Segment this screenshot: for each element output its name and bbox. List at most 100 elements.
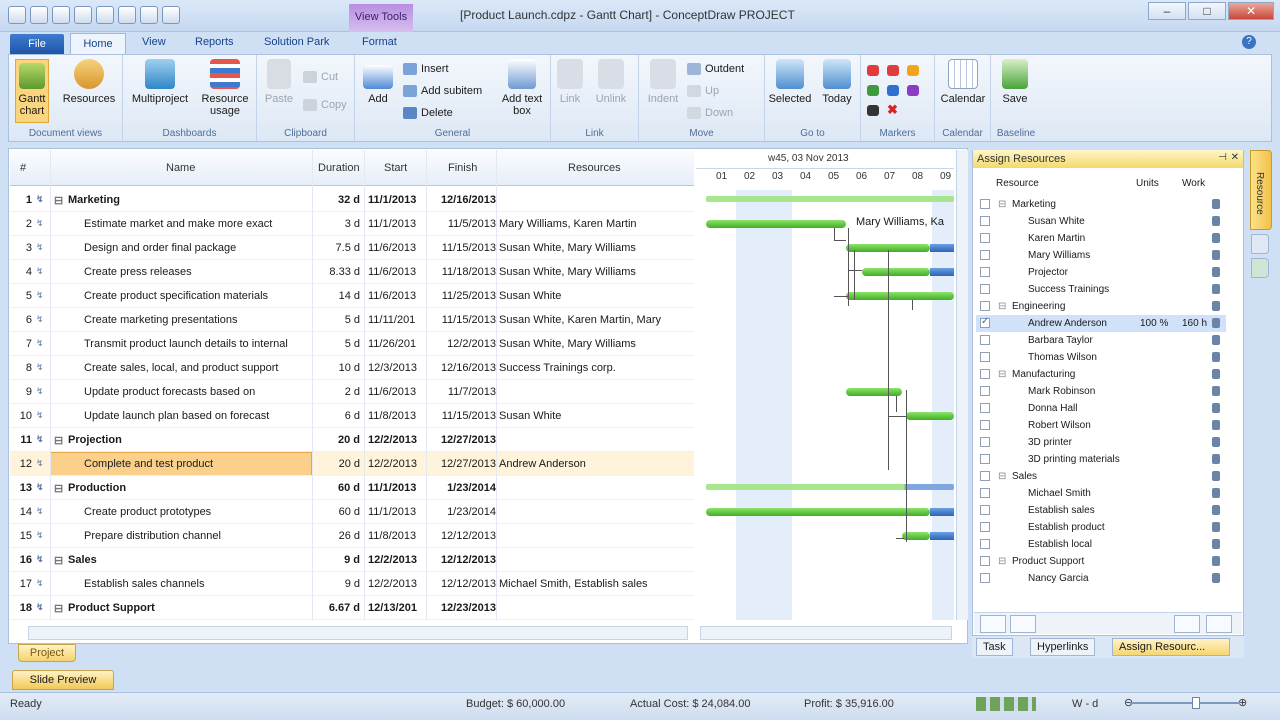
task-bar[interactable] bbox=[846, 292, 954, 300]
table-row[interactable]: 14 ↯ Create product prototypes 60 d 11/1/201… bbox=[10, 500, 694, 524]
tab-file[interactable]: File bbox=[10, 34, 64, 54]
maximize-button[interactable]: □ bbox=[1188, 2, 1226, 20]
task-bar[interactable] bbox=[706, 508, 930, 516]
progress-bar[interactable] bbox=[930, 268, 954, 276]
table-row[interactable]: 16 ↯ ⊟ Sales 9 d 12/2/2013 12/12/2013 bbox=[10, 548, 694, 572]
resource-group-row[interactable]: ⊟ Manufacturing bbox=[976, 366, 1226, 383]
table-row[interactable]: 18 ↯ ⊟ Product Support 6.67 d 12/13/201 12/23/… bbox=[10, 596, 694, 620]
task-bar[interactable] bbox=[906, 412, 954, 420]
resource-row[interactable]: Mark Robinson bbox=[976, 383, 1226, 400]
assign-checkbox[interactable] bbox=[980, 437, 990, 447]
zoom-slider-thumb[interactable] bbox=[1192, 697, 1200, 709]
resource-row[interactable]: Barbara Taylor bbox=[976, 332, 1226, 349]
resource-options-icon[interactable] bbox=[1174, 615, 1200, 633]
tab-task[interactable]: Task bbox=[976, 638, 1013, 656]
progress-bar[interactable] bbox=[930, 508, 954, 516]
multiproject-button[interactable]: Multiproject bbox=[127, 59, 193, 105]
zoom-slider-track[interactable] bbox=[1130, 702, 1240, 704]
pin-icon[interactable]: ⊣ bbox=[1218, 152, 1227, 163]
tab-hyperlinks[interactable]: Hyperlinks bbox=[1030, 638, 1096, 656]
assign-checkbox[interactable] bbox=[980, 522, 990, 532]
resource-row[interactable]: Karen Martin bbox=[976, 230, 1226, 247]
add-resource-icon[interactable] bbox=[980, 615, 1006, 633]
minimize-button[interactable]: – bbox=[1148, 2, 1186, 20]
save-baseline-button[interactable]: Save bbox=[995, 59, 1035, 105]
resource-row[interactable]: Donna Hall bbox=[976, 400, 1226, 417]
remove-marker-icon[interactable]: ✖ bbox=[887, 103, 899, 116]
resource-row[interactable]: Establish local bbox=[976, 536, 1226, 553]
grid-horizontal-scrollbar[interactable] bbox=[28, 626, 688, 640]
resource-row[interactable]: Thomas Wilson bbox=[976, 349, 1226, 366]
gantt-chart-button[interactable]: Gantt chart bbox=[15, 59, 49, 123]
table-row[interactable]: 5 ↯ Create product specification materials… bbox=[10, 284, 694, 308]
marker-red2-icon[interactable] bbox=[887, 65, 899, 76]
add-group-icon[interactable] bbox=[1010, 615, 1036, 633]
assign-checkbox[interactable] bbox=[980, 267, 990, 277]
resource-work[interactable]: 160 h bbox=[1182, 318, 1207, 329]
resource-row[interactable]: 3D printer bbox=[976, 434, 1226, 451]
marker-purple-icon[interactable] bbox=[907, 85, 919, 96]
assign-checkbox[interactable] bbox=[980, 284, 990, 294]
slide-preview-tab[interactable]: Slide Preview bbox=[12, 670, 114, 690]
close-button[interactable]: ✕ bbox=[1228, 2, 1274, 20]
outdent-button[interactable]: Outdent bbox=[687, 63, 744, 76]
assign-checkbox[interactable] bbox=[980, 301, 990, 311]
header-start[interactable]: Start bbox=[384, 162, 407, 174]
assign-checkbox[interactable] bbox=[980, 556, 990, 566]
indent-button[interactable]: Indent bbox=[641, 59, 685, 105]
assign-checkbox[interactable] bbox=[980, 505, 990, 515]
assign-checkbox[interactable] bbox=[980, 573, 990, 583]
assign-checkbox[interactable] bbox=[980, 233, 990, 243]
view-tools-context-tab[interactable]: View Tools bbox=[349, 4, 413, 32]
table-row[interactable]: 13 ↯ ⊟ Production 60 d 11/1/2013 1/23/2014 bbox=[10, 476, 694, 500]
marker-red-icon[interactable] bbox=[867, 65, 879, 76]
goto-today-button[interactable]: Today bbox=[817, 59, 857, 105]
resource-row[interactable]: Nancy Garcia bbox=[976, 570, 1226, 587]
resource-row[interactable]: Mary Williams bbox=[976, 247, 1226, 264]
add-subitem-button[interactable]: Add subitem bbox=[403, 85, 482, 98]
gantt-horizontal-scrollbar[interactable] bbox=[700, 626, 952, 640]
move-down-button[interactable]: Down bbox=[687, 107, 733, 120]
add-text-box-button[interactable]: Add text box bbox=[495, 59, 549, 117]
new-icon[interactable] bbox=[30, 6, 48, 24]
close-pane-icon[interactable]: ✕ bbox=[1231, 152, 1239, 163]
undo-icon[interactable] bbox=[96, 6, 114, 24]
collapse-icon[interactable]: ⊟ bbox=[998, 301, 1006, 312]
insert-button[interactable]: Insert bbox=[403, 63, 449, 76]
header-number[interactable]: # bbox=[20, 162, 26, 174]
progress-bar[interactable] bbox=[930, 244, 954, 252]
collapse-icon[interactable]: ⊟ bbox=[998, 199, 1006, 210]
table-row[interactable]: 2 ↯ Estimate market and make more exact 3 d… bbox=[10, 212, 694, 236]
resource-row[interactable]: Susan White bbox=[976, 213, 1226, 230]
resource-table-icon[interactable] bbox=[1206, 615, 1232, 633]
paste-button[interactable]: Paste bbox=[261, 59, 297, 105]
table-row[interactable]: 10 ↯ Update launch plan based on forecast 6… bbox=[10, 404, 694, 428]
progress-bar[interactable] bbox=[930, 532, 954, 540]
assign-checkbox[interactable] bbox=[980, 488, 990, 498]
resource-row[interactable]: Success Trainings bbox=[976, 281, 1226, 298]
link-button[interactable]: Link bbox=[553, 59, 587, 105]
save-icon[interactable] bbox=[74, 6, 92, 24]
collapse-icon[interactable]: ⊟ bbox=[998, 369, 1006, 380]
table-row[interactable]: 4 ↯ Create press releases 8.33 d 11/6/2013 11… bbox=[10, 260, 694, 284]
table-row[interactable]: 6 ↯ Create marketing presentations 5 d 11/11… bbox=[10, 308, 694, 332]
unlink-button[interactable]: Unlink bbox=[591, 59, 631, 105]
table-row[interactable]: 12 ↯ Complete and test product 20 d 12/2/201… bbox=[10, 452, 694, 476]
header-finish[interactable]: Finish bbox=[448, 162, 477, 174]
assign-checkbox[interactable] bbox=[980, 335, 990, 345]
resource-group-row[interactable]: ⊟ Engineering bbox=[976, 298, 1226, 315]
table-row[interactable]: 15 ↯ Prepare distribution channel 26 d 11/8/… bbox=[10, 524, 694, 548]
collapse-icon[interactable]: ⊟ bbox=[54, 194, 63, 207]
resource-row[interactable]: ✓ Andrew Anderson 100 % 160 h bbox=[976, 315, 1226, 332]
open-icon[interactable] bbox=[52, 6, 70, 24]
assign-checkbox[interactable] bbox=[980, 539, 990, 549]
resource-group-row[interactable]: ⊟ Product Support bbox=[976, 553, 1226, 570]
app-icon[interactable] bbox=[8, 6, 26, 24]
assign-checkbox[interactable] bbox=[980, 471, 990, 481]
assign-checkbox[interactable] bbox=[980, 199, 990, 209]
collapse-icon[interactable]: ⊟ bbox=[998, 556, 1006, 567]
assign-checkbox[interactable] bbox=[980, 216, 990, 226]
assign-checkbox[interactable] bbox=[980, 386, 990, 396]
calendar-button[interactable]: Calendar bbox=[937, 59, 989, 105]
move-up-button[interactable]: Up bbox=[687, 85, 719, 98]
